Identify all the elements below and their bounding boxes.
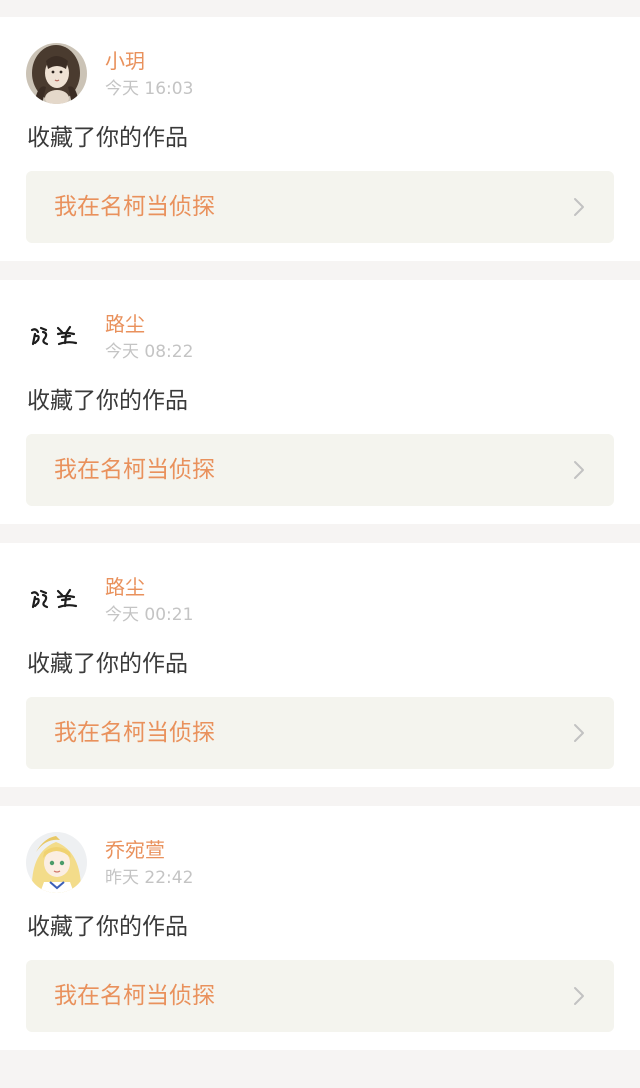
work-title: 我在名柯当侦探: [54, 983, 215, 1009]
work-link[interactable]: 我在名柯当侦探: [26, 171, 614, 243]
notification-card: 乔宛萱 昨天 22:42 收藏了你的作品 我在名柯当侦探: [0, 806, 640, 1050]
action-text: 收藏了你的作品: [27, 388, 188, 414]
avatar[interactable]: [26, 43, 87, 104]
timestamp: 昨天 22:42: [105, 868, 194, 888]
user-name[interactable]: 乔宛萱: [105, 837, 165, 863]
calligraphy-avatar-icon: [26, 306, 87, 367]
anime-avatar-icon: [26, 832, 87, 893]
chevron-right-icon: [574, 987, 584, 1005]
chevron-right-icon: [574, 198, 584, 216]
action-text: 收藏了你的作品: [27, 914, 188, 940]
notification-card: 路尘 今天 00:21 收藏了你的作品 我在名柯当侦探: [0, 543, 640, 787]
timestamp: 今天 16:03: [105, 79, 194, 99]
avatar[interactable]: [26, 569, 87, 630]
work-title: 我在名柯当侦探: [54, 720, 215, 746]
action-text: 收藏了你的作品: [27, 125, 188, 151]
work-link[interactable]: 我在名柯当侦探: [26, 697, 614, 769]
work-title: 我在名柯当侦探: [54, 457, 215, 483]
chevron-right-icon: [574, 724, 584, 742]
user-name[interactable]: 路尘: [105, 311, 145, 337]
timestamp: 今天 08:22: [105, 342, 194, 362]
portrait-avatar-icon: [26, 43, 87, 104]
calligraphy-avatar-icon: [26, 569, 87, 630]
user-name[interactable]: 路尘: [105, 574, 145, 600]
notification-card: 路尘 今天 08:22 收藏了你的作品 我在名柯当侦探: [0, 280, 640, 524]
work-link[interactable]: 我在名柯当侦探: [26, 960, 614, 1032]
chevron-right-icon: [574, 461, 584, 479]
notification-card: 小玥 今天 16:03 收藏了你的作品 我在名柯当侦探: [0, 17, 640, 261]
work-title: 我在名柯当侦探: [54, 194, 215, 220]
action-text: 收藏了你的作品: [27, 651, 188, 677]
work-link[interactable]: 我在名柯当侦探: [26, 434, 614, 506]
notification-feed: 小玥 今天 16:03 收藏了你的作品 我在名柯当侦探 路尘 今天 08:22 …: [0, 17, 640, 1069]
avatar[interactable]: [26, 832, 87, 893]
user-name[interactable]: 小玥: [105, 48, 145, 74]
avatar[interactable]: [26, 306, 87, 367]
timestamp: 今天 00:21: [105, 605, 194, 625]
